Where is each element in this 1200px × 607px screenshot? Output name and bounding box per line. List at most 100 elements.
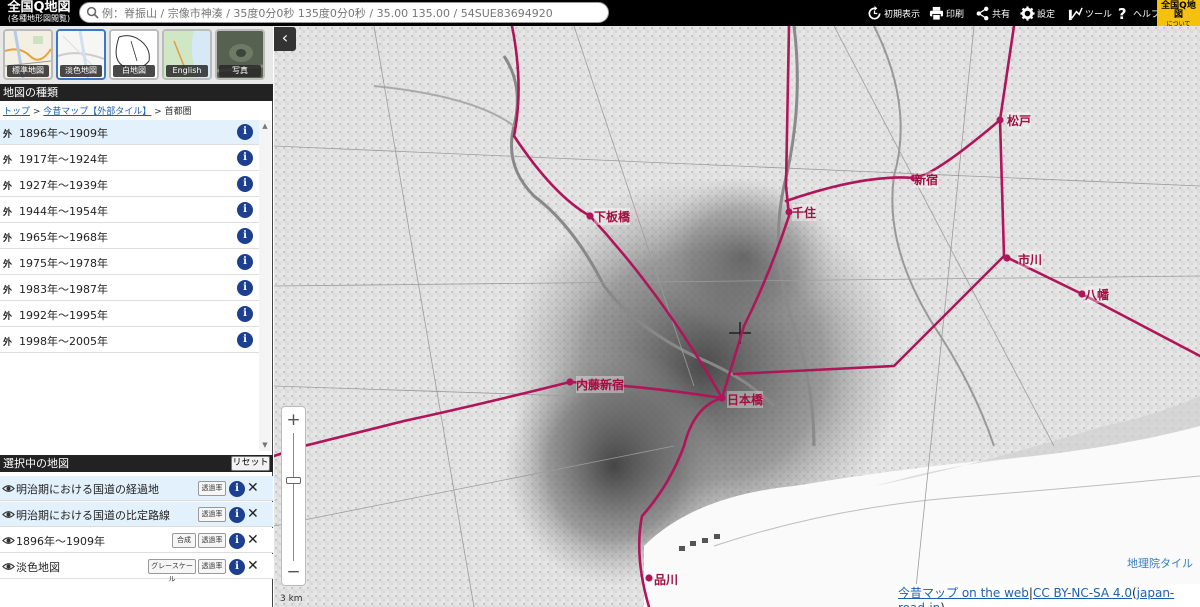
search-icon [86,6,99,19]
info-button[interactable]: i [237,202,253,218]
reset-view-button[interactable]: 初期表示 [867,3,920,23]
info-button[interactable]: i [237,176,253,192]
transparency-button[interactable]: 透過率 [198,481,226,496]
list-scrollbar[interactable]: ▲ ▼ [259,120,271,451]
reset-selection-button[interactable]: リセット [231,456,270,471]
share-button[interactable]: 共有 [975,3,1010,23]
scale-bar: 3 km [280,594,303,604]
breadcrumb-konjaku-link[interactable]: 今昔マップ【外部タイル】 [43,107,151,117]
info-button[interactable]: i [237,306,253,322]
historical-map-image[interactable] [274,26,1200,607]
station-label-ichikawa: 市川 [1018,251,1043,268]
tools-button[interactable]: ツール [1068,3,1112,23]
composite-button[interactable]: 合成 [172,533,196,548]
map-type-item[interactable]: 外 1983年～1987年 i [0,276,259,301]
info-button[interactable]: i [229,559,245,575]
close-icon[interactable]: ✕ [247,480,259,496]
gear-icon [1020,5,1035,21]
map-type-item[interactable]: 外 1965年～1968年 i [0,224,259,249]
map-type-label: 1992年～1995年 [19,309,108,322]
map-type-item[interactable]: 外 1992年～1995年 i [0,302,259,327]
close-icon[interactable]: ✕ [247,558,259,574]
transparency-button[interactable]: 透過率 [198,559,226,574]
zoom-slider-track[interactable] [293,433,294,561]
share-label: 共有 [992,9,1011,20]
grayscale-button[interactable]: グレースケール [148,559,196,583]
map-canvas[interactable]: 松戸 新宿 下板橋 千住 市川 八幡 内藤新宿 日本橋 品川 [274,26,1200,607]
basemap-pale[interactable]: 淡色地図 [56,29,106,80]
transparency-button[interactable]: 透過率 [198,533,226,548]
zoom-out-button[interactable]: − [282,561,305,583]
breadcrumb-current: 首都圏 [164,107,192,117]
scroll-up-icon[interactable]: ▲ [261,122,269,130]
info-button[interactable]: i [237,124,253,140]
help-button[interactable]: ? ヘルプ [1116,3,1160,23]
zoom-control: + − [281,406,306,586]
transparency-button[interactable]: 透過率 [198,507,226,522]
eye-icon[interactable] [2,534,15,547]
about-button[interactable]: 全国Q地図 について [1157,0,1200,28]
close-icon[interactable]: ✕ [247,532,259,548]
basemap-photo[interactable]: 写真 [215,29,265,80]
map-type-label: 1896年～1909年 [19,127,108,140]
selected-map-label: 明治期における国道の経過地 [16,483,159,496]
external-tag: 外 [3,260,13,270]
basemap-photo-label: 写真 [219,65,261,77]
info-button[interactable]: i [229,533,245,549]
selected-map-label: 淡色地図 [16,561,60,574]
app-logo[interactable]: 全国Q地図 (各種地形図閲覧) [2,1,76,25]
breadcrumb-top-link[interactable]: トップ [3,107,30,117]
external-tag: 外 [3,286,13,296]
settings-button[interactable]: 設定 [1020,3,1055,23]
license-link[interactable]: CC BY-NC-SA 4.0 [1033,586,1132,600]
tile-credit: 地理院タイル [1127,557,1193,570]
print-label: 印刷 [946,9,965,20]
map-type-item[interactable]: 外 1917年～1924年 i [0,146,259,171]
selected-map-item: 1896年～1909年 合成 透過率 i ✕ [0,528,273,553]
zoom-slider-handle[interactable] [286,477,301,484]
external-tag: 外 [3,312,13,322]
basemap-blank[interactable]: 白地図 [109,29,159,80]
info-button[interactable]: i [229,481,245,497]
external-tag: 外 [3,156,13,166]
selected-map-item: 淡色地図 グレースケール 透過率 i ✕ [0,554,273,583]
eye-icon[interactable] [2,560,15,573]
info-button[interactable]: i [237,228,253,244]
paren-close: ) [940,601,945,607]
map-type-item[interactable]: 外 1927年～1939年 i [0,172,259,197]
info-button[interactable]: i [237,332,253,348]
scroll-down-icon[interactable]: ▼ [261,441,269,449]
zoom-in-button[interactable]: + [282,409,305,431]
info-button[interactable]: i [229,507,245,523]
map-type-item[interactable]: 外 1896年～1909年 i [0,120,259,145]
map-type-item[interactable]: 外 1975年～1978年 i [0,250,259,275]
search-input[interactable] [102,4,602,22]
map-type-label: 1927年～1939年 [19,179,108,192]
selected-map-label: 明治期における国道の比定路線 [16,509,170,522]
map-type-label: 1983年～1987年 [19,283,108,296]
map-type-item[interactable]: 外 1998年～2005年 i [0,328,259,353]
info-button[interactable]: i [237,254,253,270]
eye-icon[interactable] [2,508,15,521]
external-tag: 外 [3,182,13,192]
selected-map-label: 1896年～1909年 [16,535,105,548]
logo-subtitle: (各種地形図閲覧) [7,14,71,23]
breadcrumb-separator: > [151,107,165,117]
basemap-english[interactable]: English [162,29,212,80]
print-button[interactable]: 印刷 [929,3,964,23]
settings-label: 設定 [1037,9,1056,20]
external-tag: 外 [3,130,13,140]
close-icon[interactable]: ✕ [247,506,259,522]
station-label-yawata: 八幡 [1085,286,1110,303]
konjaku-link[interactable]: 今昔マップ on the web [898,586,1029,600]
collapse-panel-button[interactable]: ‹ [274,27,296,51]
search-box[interactable] [79,2,609,23]
info-button[interactable]: i [237,150,253,166]
info-button[interactable]: i [237,280,253,296]
eye-icon[interactable] [2,482,15,495]
station-label-shinjuku-katsushika: 新宿 [914,171,939,188]
map-type-label: 1975年～1978年 [19,257,108,270]
station-label-naito-shinjuku: 内藤新宿 [576,376,625,393]
basemap-standard[interactable]: 標準地図 [3,29,53,80]
map-type-item[interactable]: 外 1944年～1954年 i [0,198,259,223]
